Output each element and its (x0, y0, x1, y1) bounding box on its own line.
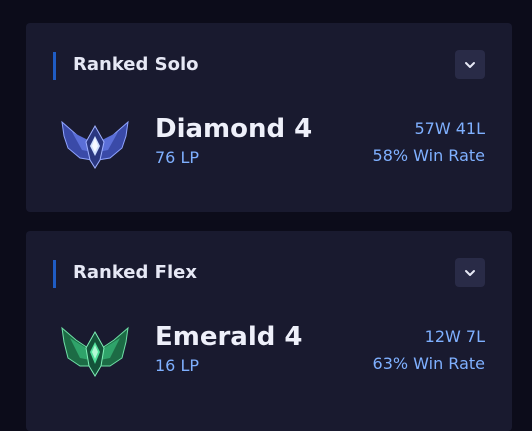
ranked-solo-card: Ranked Solo Diamond 4 76 LP 57W 41L 58% … (26, 23, 512, 212)
ranked-flex-card: Ranked Flex Emerald 4 16 LP 12W 7L 63% W… (26, 231, 512, 431)
diamond-emblem-icon (61, 120, 129, 169)
rank-tier: Emerald 4 (155, 322, 303, 352)
win-rate: 58% Win Rate (372, 146, 485, 165)
expand-button[interactable] (455, 50, 485, 79)
queue-accent-bar (53, 260, 56, 288)
chevron-down-icon (465, 269, 475, 276)
chevron-down-icon (465, 61, 475, 68)
win-loss-record: 12W 7L (424, 327, 485, 346)
league-points: 16 LP (155, 356, 200, 375)
queue-title: Ranked Solo (73, 54, 199, 75)
win-loss-record: 57W 41L (414, 119, 485, 138)
win-rate: 63% Win Rate (372, 354, 485, 373)
rank-tier: Diamond 4 (155, 114, 313, 144)
queue-title: Ranked Flex (73, 262, 197, 283)
queue-accent-bar (53, 52, 56, 80)
league-points: 76 LP (155, 148, 200, 167)
emerald-emblem-icon (61, 326, 129, 377)
expand-button[interactable] (455, 258, 485, 287)
